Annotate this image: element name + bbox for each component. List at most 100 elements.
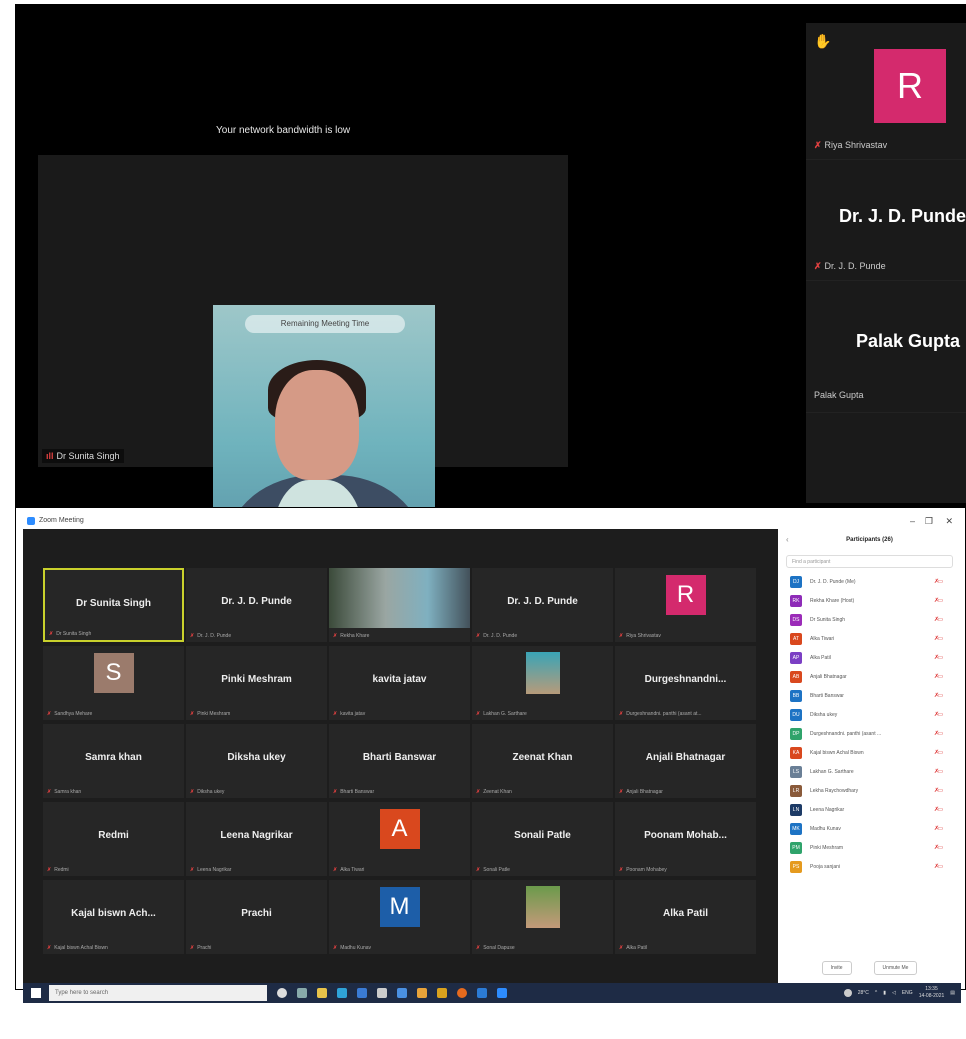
gallery-tile[interactable]: Prachi ✗ Prachi	[186, 880, 327, 954]
minimize-icon[interactable]: –	[910, 513, 915, 529]
chevron-left-icon[interactable]: ‹	[786, 535, 789, 544]
video-off-icon[interactable]: ▭	[937, 730, 943, 737]
participant-row[interactable]: DU Diksha ukey ✗ ▭	[778, 705, 961, 724]
video-off-icon[interactable]: ▭	[937, 711, 943, 718]
side-tile[interactable]: Dr. J. D. Punde ✗ Dr. J. D. Punde	[806, 161, 966, 281]
video-off-icon[interactable]: ▭	[937, 787, 943, 794]
gallery-tile[interactable]: Alka Patil ✗ Alka Patil	[615, 880, 756, 954]
participant-row[interactable]: LS Lakhan G. Sarthare ✗ ▭	[778, 762, 961, 781]
main-video-area[interactable]: Remaining Meeting Time ıll Dr Sunita Sing…	[38, 155, 568, 613]
video-off-icon[interactable]: ▭	[937, 844, 943, 851]
gallery-tile[interactable]: Dr. J. D. Punde ✗ Dr. J. D. Punde	[472, 568, 613, 642]
video-off-icon[interactable]: ▭	[937, 806, 943, 813]
app-icon[interactable]	[417, 988, 427, 998]
zoom-taskbar-icon[interactable]	[497, 988, 507, 998]
gallery-tile[interactable]: ✗ Sonal Dapuse	[472, 880, 613, 954]
participant-row[interactable]: DP Durgeshnandni. panthi (asant ... ✗ ▭	[778, 724, 961, 743]
tile-name: Diksha ukey	[227, 752, 286, 763]
video-off-icon[interactable]: ▭	[937, 673, 943, 680]
video-off-icon[interactable]: ▭	[937, 597, 943, 604]
gallery-tile[interactable]: Sonali Patle ✗ Sonali Patle	[472, 802, 613, 876]
cortana-icon[interactable]	[277, 988, 287, 998]
task-view-icon[interactable]	[297, 988, 307, 998]
gallery-tile[interactable]: ✗ Lakhan G. Sarthare	[472, 646, 613, 720]
video-off-icon[interactable]: ▭	[937, 768, 943, 775]
gallery-tile[interactable]: kavita jatav ✗ kavita jatav	[329, 646, 470, 720]
app-icon[interactable]	[437, 988, 447, 998]
maximize-icon[interactable]: ❐	[925, 513, 933, 529]
gallery-tile[interactable]: Poonam Mohab... ✗ Poonam Mohabey	[615, 802, 756, 876]
participant-row[interactable]: DJ Dr. J. D. Punde (Me) ✗ ▭	[778, 572, 961, 591]
participant-row[interactable]: PS Pooja sanjani ✗ ▭	[778, 857, 961, 876]
notification-icon[interactable]: ▤	[950, 990, 955, 996]
gallery-tile[interactable]: Bharti Banswar ✗ Bharti Banswar	[329, 724, 470, 798]
gallery-tile[interactable]: M ✗ Madhu Kunav	[329, 880, 470, 954]
video-off-icon[interactable]: ▭	[937, 578, 943, 585]
video-off-icon[interactable]: ▭	[937, 692, 943, 699]
gallery-tile[interactable]: S ✗ Sandhya Mehare	[43, 646, 184, 720]
profile-photo	[525, 652, 560, 694]
side-tile[interactable]: Palak Gupta Palak Gupta	[806, 283, 966, 413]
app-icon[interactable]	[377, 988, 387, 998]
chrome-icon[interactable]	[457, 988, 467, 998]
dropbox-icon[interactable]	[397, 988, 407, 998]
participant-name: Dr. J. D. Punde (Me)	[810, 578, 856, 585]
video-off-icon[interactable]: ▭	[937, 825, 943, 832]
participant-row[interactable]: AT Alka Tiwari ✗ ▭	[778, 629, 961, 648]
network-icon[interactable]: ▮	[883, 990, 886, 996]
gallery-tile[interactable]: Samra khan ✗ Samra khan	[43, 724, 184, 798]
mic-muted-icon: ✗	[619, 633, 624, 639]
gallery-tile[interactable]: ✗ Rekha Khare	[329, 568, 470, 642]
video-off-icon[interactable]: ▭	[937, 749, 943, 756]
close-icon[interactable]: ✕	[945, 513, 953, 529]
gallery-tile[interactable]: Pinki Meshram ✗ Pinki Meshram	[186, 646, 327, 720]
video-off-icon[interactable]: ▭	[937, 616, 943, 623]
participant-search-input[interactable]: Find a participant	[786, 555, 953, 568]
side-tile[interactable]: ✋ R ✗ Riya Shrivastav	[806, 23, 966, 160]
participant-row[interactable]: PM Pinki Meshram ✗ ▭	[778, 838, 961, 857]
participant-row[interactable]: LN Leena Nagrikar ✗ ▭	[778, 800, 961, 819]
gallery-tile[interactable]: Durgeshnandni... ✗ Durgeshnandni. panthi (…	[615, 646, 756, 720]
gallery-tile[interactable]: Anjali Bhatnagar ✗ Anjali Bhatnagar	[615, 724, 756, 798]
side-tile-label: Palak Gupta	[814, 390, 864, 400]
participant-row[interactable]: KA Kajal biswn Achal Biswn ✗ ▭	[778, 743, 961, 762]
word-icon[interactable]	[477, 988, 487, 998]
video-off-icon[interactable]: ▭	[937, 863, 943, 870]
gallery-tile[interactable]: Dr Sunita Singh ✗ Dr Sunita Singh	[43, 568, 184, 642]
side-tile-label: ✗ Riya Shrivastav	[814, 140, 888, 150]
file-explorer-icon[interactable]	[317, 988, 327, 998]
language-indicator[interactable]: ENG	[902, 990, 913, 996]
gallery-tile[interactable]: Leena Nagrikar ✗ Leena Nagrikar	[186, 802, 327, 876]
participant-row[interactable]: RK Rekha Khare (Host) ✗ ▭	[778, 591, 961, 610]
volume-icon[interactable]: ◁	[892, 990, 896, 996]
taskbar-search-input[interactable]: Type here to search	[49, 985, 267, 1001]
gallery-tile[interactable]: Diksha ukey ✗ Diksha ukey	[186, 724, 327, 798]
participant-name: Leena Nagrikar	[810, 806, 845, 813]
participant-row[interactable]: BB Bharti Banswar ✗ ▭	[778, 686, 961, 705]
invite-button[interactable]: Invite	[821, 961, 852, 975]
clock[interactable]: 13:35 14-08-2021	[919, 986, 945, 1000]
gallery-tile[interactable]: Dr. J. D. Punde ✗ Dr. J. D. Punde	[186, 568, 327, 642]
gallery-tile[interactable]: A ✗ Alka Tiwari	[329, 802, 470, 876]
edge-icon[interactable]	[337, 988, 347, 998]
tile-name: Prachi	[241, 908, 272, 919]
video-off-icon[interactable]: ▭	[937, 654, 943, 661]
participant-avatar: PM	[790, 841, 802, 854]
participant-row[interactable]: AP Alka Patil ✗ ▭	[778, 648, 961, 667]
video-off-icon[interactable]: ▭	[937, 635, 943, 642]
windows-start-icon[interactable]	[31, 988, 41, 998]
raised-hand-icon: ✋	[814, 33, 832, 49]
participant-avatar: DS	[790, 613, 802, 626]
store-icon[interactable]	[357, 988, 367, 998]
gallery-tile[interactable]: Redmi ✗ Redmi	[43, 802, 184, 876]
unmute-me-button[interactable]: Unmute Me	[873, 961, 918, 975]
tile-name: Anjali Bhatnagar	[645, 752, 726, 763]
participant-row[interactable]: LR Lekha Raychowdhary ✗ ▭	[778, 781, 961, 800]
gallery-tile[interactable]: Kajal biswn Ach... ✗ Kajal biswn Achal Bis…	[43, 880, 184, 954]
participant-row[interactable]: AB Anjali Bhatnagar ✗ ▭	[778, 667, 961, 686]
participant-row[interactable]: MK Madhu Kunav ✗ ▭	[778, 819, 961, 838]
gallery-tile[interactable]: R ✗ Riya Shrivastav	[615, 568, 756, 642]
gallery-tile[interactable]: Zeenat Khan ✗ Zeenat Khan	[472, 724, 613, 798]
chevron-up-icon[interactable]: ^	[875, 990, 877, 996]
participant-row[interactable]: DS Dr Sunita Singh ✗ ▭	[778, 610, 961, 629]
